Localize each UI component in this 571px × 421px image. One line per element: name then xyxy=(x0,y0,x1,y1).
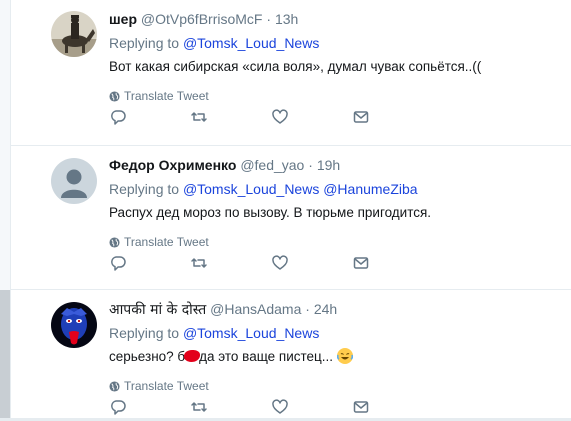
timestamp[interactable]: 19h xyxy=(317,157,340,173)
translate-label: Translate Tweet xyxy=(124,89,209,103)
tweet[interactable]: Федор Охрименко @fed_yao · 19h Replying … xyxy=(11,146,571,290)
translate-label: Translate Tweet xyxy=(124,379,209,393)
reply-icon[interactable] xyxy=(109,108,129,128)
translate-tweet[interactable]: Translate Tweet xyxy=(109,379,551,393)
retweet-icon[interactable] xyxy=(190,108,210,128)
retweet-icon[interactable] xyxy=(190,254,210,274)
like-icon[interactable] xyxy=(271,254,291,274)
screen-name[interactable]: @OtVp6fBrrisoMcF xyxy=(141,11,263,27)
tweet[interactable]: आपकी मां के दोस्त @HansAdama · 24h Reply… xyxy=(11,290,571,418)
globe-icon xyxy=(109,236,120,248)
tweet-text-end: да это ваще пистец... xyxy=(199,349,334,364)
timestamp[interactable]: 24h xyxy=(314,301,337,317)
reply-icon[interactable] xyxy=(109,254,129,274)
avatar[interactable] xyxy=(51,11,97,57)
display-name[interactable]: Федор Охрименко xyxy=(109,157,236,173)
mention-link[interactable]: @Tomsk_Loud_News xyxy=(183,325,319,341)
replying-to-label: Replying to xyxy=(109,35,180,51)
translate-tweet[interactable]: Translate Tweet xyxy=(109,235,551,249)
separator: · xyxy=(305,301,310,317)
translate-label: Translate Tweet xyxy=(124,235,209,249)
retweet-icon[interactable] xyxy=(190,398,210,418)
tweet[interactable]: шер @OtVp6fBrrisoMcF · 13h Replying to @… xyxy=(11,0,571,146)
crying-laughing-emoji xyxy=(336,348,353,364)
tweet-text: Распух дед мороз по вызову. В тюрьме при… xyxy=(109,205,432,220)
direct-message-icon[interactable] xyxy=(352,254,372,274)
tweet-actions xyxy=(109,108,389,128)
separator: · xyxy=(266,11,272,27)
separator: · xyxy=(308,157,313,173)
tweet-text: Вот какая сибирская «сила воля», думал ч… xyxy=(109,59,482,74)
display-name[interactable]: шер xyxy=(109,11,137,27)
mention-link[interactable]: @Tomsk_Loud_News xyxy=(183,181,319,197)
globe-icon xyxy=(109,380,120,392)
tweet-actions xyxy=(109,254,389,274)
tweet-actions xyxy=(109,398,389,418)
left-gutter xyxy=(0,0,11,418)
reply-timeline: шер @OtVp6fBrrisoMcF · 13h Replying to @… xyxy=(11,0,571,418)
gutter-shade xyxy=(0,290,10,418)
mention-link[interactable]: @HanumeZiba xyxy=(323,181,417,197)
replying-to-label: Replying to xyxy=(109,181,180,197)
avatar[interactable] xyxy=(51,302,97,348)
screen-name[interactable]: @HansAdama xyxy=(210,301,301,317)
replying-to: Replying to @Tomsk_Loud_News @HanumeZiba xyxy=(109,180,551,198)
globe-icon xyxy=(109,90,120,102)
replying-to-label: Replying to xyxy=(109,325,180,341)
censor-blot xyxy=(184,350,201,362)
direct-message-icon[interactable] xyxy=(352,398,372,418)
tweet-text-start: серьезно? б xyxy=(109,349,186,364)
replying-to: Replying to @Tomsk_Loud_News xyxy=(109,34,551,52)
direct-message-icon[interactable] xyxy=(352,108,372,128)
replying-to: Replying to @Tomsk_Loud_News xyxy=(109,324,551,342)
timestamp[interactable]: 13h xyxy=(275,11,298,27)
avatar[interactable] xyxy=(51,158,97,204)
translate-tweet[interactable]: Translate Tweet xyxy=(109,89,551,103)
mention-link[interactable]: @Tomsk_Loud_News xyxy=(183,35,319,51)
reply-icon[interactable] xyxy=(109,398,129,418)
screen-name[interactable]: @fed_yao xyxy=(240,157,304,173)
display-name[interactable]: आपकी मां के दोस्त xyxy=(109,302,206,318)
tweet-text: серьезно? б да это ваще пистец... xyxy=(109,348,551,366)
like-icon[interactable] xyxy=(271,108,291,128)
like-icon[interactable] xyxy=(271,398,291,418)
